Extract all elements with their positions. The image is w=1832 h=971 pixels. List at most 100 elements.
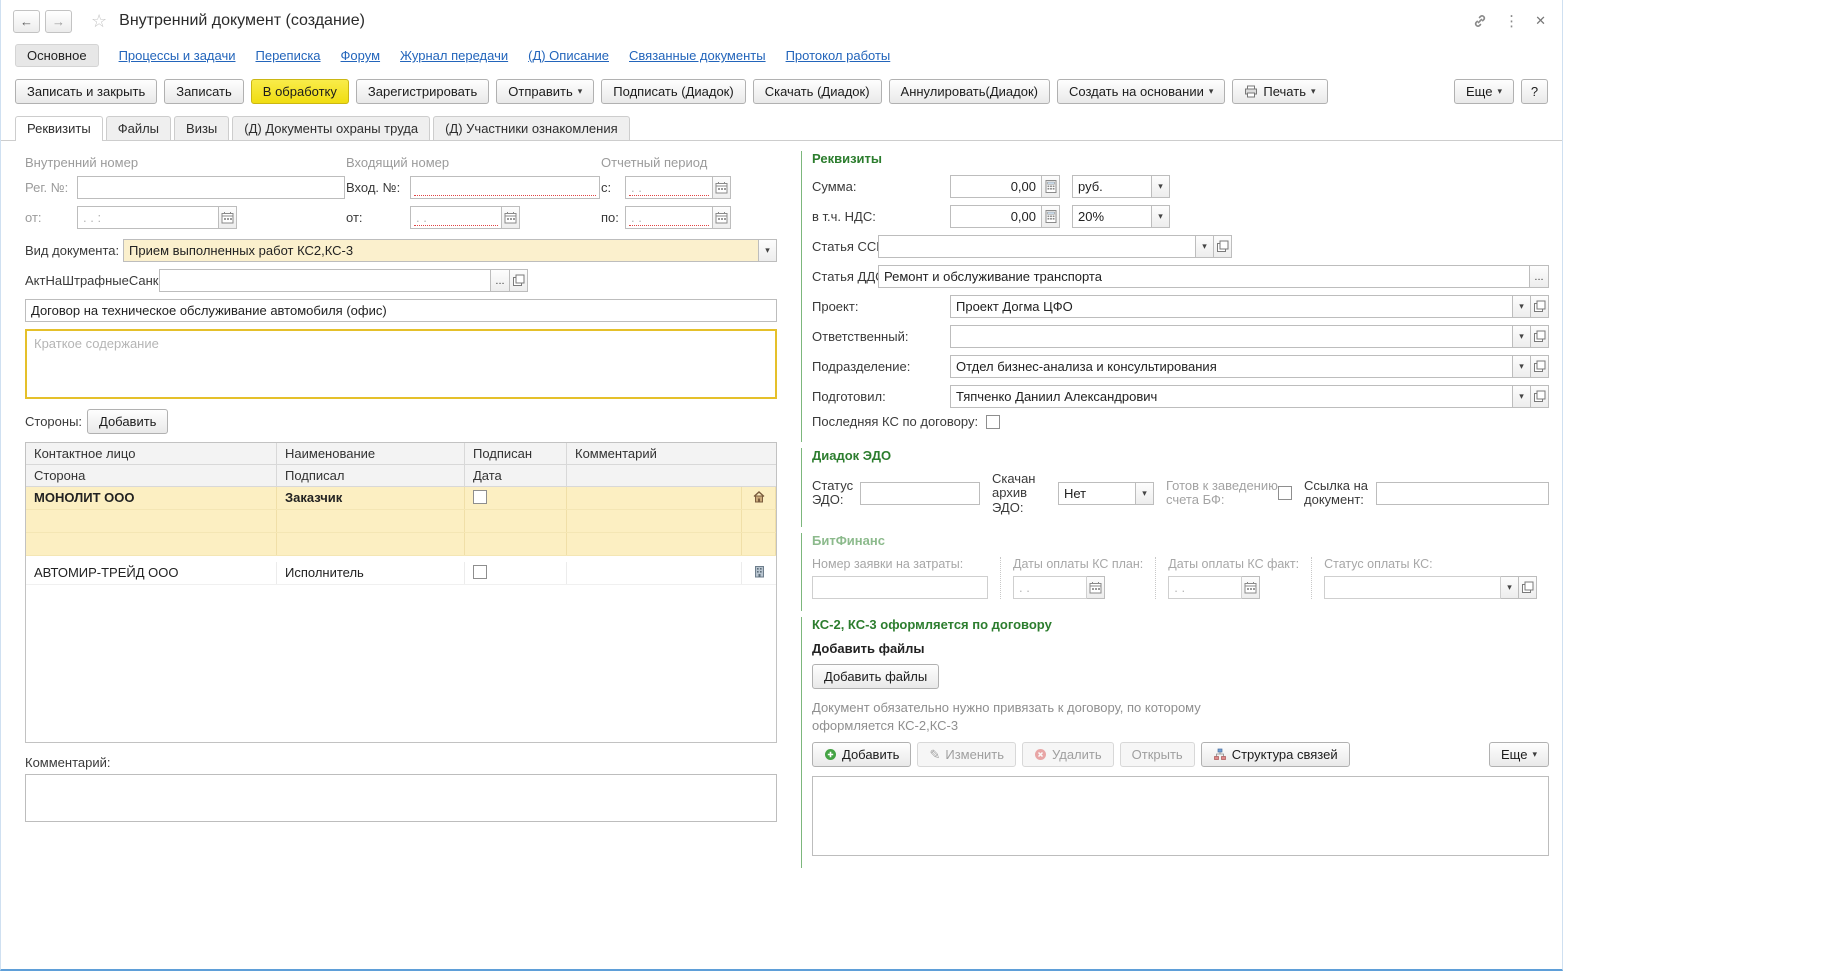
signed-checkbox[interactable]	[473, 490, 487, 504]
penalty-act-open-button[interactable]	[509, 269, 528, 292]
vat-calculator-button[interactable]	[1041, 205, 1060, 228]
project-dropdown-button[interactable]: ▾	[1512, 295, 1531, 318]
responsible-open-button[interactable]	[1530, 325, 1549, 348]
favorite-star-icon[interactable]: ☆	[91, 11, 107, 32]
department-open-button[interactable]	[1530, 355, 1549, 378]
prepared-input[interactable]: Тяпченко Даниил Александрович	[950, 385, 1513, 408]
save-button[interactable]: Записать	[164, 79, 244, 104]
responsible-input[interactable]	[950, 325, 1513, 348]
period-to-calendar-button[interactable]	[712, 206, 731, 229]
sum-calculator-button[interactable]	[1041, 175, 1060, 198]
comment-textarea[interactable]	[25, 774, 777, 822]
ks-fact-date-input[interactable]: . .	[1168, 576, 1242, 599]
period-from-input[interactable]: . .	[625, 176, 713, 199]
register-button[interactable]: Зарегистрировать	[356, 79, 489, 104]
internal-date-calendar-button[interactable]	[218, 206, 237, 229]
col-header-party[interactable]: Сторона	[26, 465, 277, 487]
col-header-signer[interactable]: Подписал	[277, 465, 465, 487]
prepared-dropdown-button[interactable]: ▾	[1512, 385, 1531, 408]
download-diadoc-button[interactable]: Скачать (Диадок)	[753, 79, 882, 104]
role-cell[interactable]: Заказчик	[277, 487, 465, 509]
edo-archive-input[interactable]: Нет	[1058, 482, 1136, 505]
dds-choose-button[interactable]: ...	[1529, 265, 1549, 288]
to-processing-button[interactable]: В обработку	[251, 79, 349, 104]
ks-pay-status-input[interactable]	[1324, 576, 1501, 599]
department-dropdown-button[interactable]: ▾	[1512, 355, 1531, 378]
ks-pay-status-open-button[interactable]	[1518, 576, 1537, 599]
back-button[interactable]: ←	[13, 10, 40, 33]
sign-diadoc-button[interactable]: Подписать (Диадок)	[601, 79, 745, 104]
col-header-contact[interactable]: Контактное лицо	[26, 443, 277, 465]
currency-input[interactable]: руб.	[1072, 175, 1152, 198]
contract-links-list[interactable]	[812, 776, 1549, 856]
contract-input[interactable]: Договор на техническое обслуживание авто…	[25, 299, 777, 322]
reg-number-input[interactable]	[77, 176, 345, 199]
open-link-button[interactable]: Открыть	[1120, 742, 1195, 767]
doc-link-input[interactable]	[1376, 482, 1549, 505]
incoming-date-calendar-button[interactable]	[501, 206, 520, 229]
delete-link-button[interactable]: Удалить	[1022, 742, 1114, 767]
period-from-calendar-button[interactable]	[712, 176, 731, 199]
doc-kind-dropdown-button[interactable]: ▾	[758, 239, 777, 262]
col-header-date[interactable]: Дата	[465, 465, 567, 487]
last-ks-checkbox[interactable]	[986, 415, 1000, 429]
add-party-button[interactable]: Добавить	[87, 409, 168, 434]
dds-input[interactable]: Ремонт и обслуживание транспорта	[878, 265, 1530, 288]
nav-tab-main[interactable]: Основное	[15, 44, 99, 67]
table-row[interactable]: АВТОМИР-ТРЕЙД ООО Исполнитель	[26, 562, 776, 585]
add-files-button[interactable]: Добавить файлы	[812, 664, 939, 689]
nav-link-processes[interactable]: Процессы и задачи	[119, 48, 236, 63]
currency-dropdown-button[interactable]: ▾	[1151, 175, 1170, 198]
signed-checkbox[interactable]	[473, 565, 487, 579]
period-to-input[interactable]: . .	[625, 206, 713, 229]
vat-rate-dropdown-button[interactable]: ▾	[1151, 205, 1170, 228]
ssr-open-button[interactable]	[1213, 235, 1232, 258]
add-link-button[interactable]: Добавить	[812, 742, 911, 767]
nav-link-work-protocol[interactable]: Протокол работы	[786, 48, 891, 63]
incoming-number-input[interactable]	[410, 176, 600, 199]
party-cell[interactable]: АВТОМИР-ТРЕЙД ООО	[26, 562, 277, 584]
tab-labor-safety-docs[interactable]: (Д) Документы охраны труда	[232, 116, 430, 140]
save-close-button[interactable]: Записать и закрыть	[15, 79, 157, 104]
ks-more-button[interactable]: Еще▾	[1489, 742, 1549, 767]
more-button[interactable]: Еще▾	[1454, 79, 1514, 104]
print-button[interactable]: Печать ▾	[1232, 79, 1327, 104]
tab-visas[interactable]: Визы	[174, 116, 229, 140]
tab-files[interactable]: Файлы	[106, 116, 171, 140]
table-row[interactable]: МОНОЛИТ ООО Заказчик	[26, 487, 776, 510]
nav-link-related-docs[interactable]: Связанные документы	[629, 48, 766, 63]
annul-diadoc-button[interactable]: Аннулировать(Диадок)	[889, 79, 1050, 104]
role-cell[interactable]: Исполнитель	[277, 562, 465, 584]
penalty-act-input[interactable]	[159, 269, 491, 292]
nav-link-description[interactable]: (Д) Описание	[528, 48, 609, 63]
nav-link-correspondence[interactable]: Переписка	[256, 48, 321, 63]
edo-status-input[interactable]	[860, 482, 980, 505]
ks-fact-calendar-button[interactable]	[1241, 576, 1260, 599]
ks-plan-date-input[interactable]: . .	[1013, 576, 1087, 599]
ks-pay-status-dropdown-button[interactable]: ▾	[1500, 576, 1519, 599]
table-row[interactable]	[26, 533, 776, 556]
help-button[interactable]: ?	[1521, 79, 1548, 104]
get-link-icon[interactable]	[1472, 13, 1488, 29]
nav-link-forum[interactable]: Форум	[341, 48, 381, 63]
comment-cell[interactable]	[567, 562, 742, 584]
col-header-comment[interactable]: Комментарий	[567, 443, 776, 465]
doc-kind-input[interactable]: Прием выполненных работ КС2,КС-3	[123, 239, 759, 262]
tab-requisites[interactable]: Реквизиты	[15, 116, 103, 141]
prepared-open-button[interactable]	[1530, 385, 1549, 408]
structure-button[interactable]: Структура связей	[1201, 742, 1350, 767]
close-icon[interactable]: ✕	[1535, 13, 1546, 29]
penalty-act-choose-button[interactable]: ...	[490, 269, 510, 292]
summary-textarea[interactable]: Краткое содержание	[25, 329, 777, 399]
project-input[interactable]: Проект Догма ЦФО	[950, 295, 1513, 318]
vat-rate-input[interactable]: 20%	[1072, 205, 1152, 228]
edit-link-button[interactable]: ✎ Изменить	[917, 742, 1016, 767]
ssr-input[interactable]	[878, 235, 1196, 258]
cost-request-input[interactable]	[812, 576, 988, 599]
incoming-date-input[interactable]: . .	[410, 206, 502, 229]
internal-date-input[interactable]: . . :	[77, 206, 219, 229]
department-input[interactable]: Отдел бизнес-анализа и консультирования	[950, 355, 1513, 378]
vat-input[interactable]: 0,00	[950, 205, 1042, 228]
create-from-button[interactable]: Создать на основании▾	[1057, 79, 1225, 104]
send-button[interactable]: Отправить▾	[496, 79, 594, 104]
